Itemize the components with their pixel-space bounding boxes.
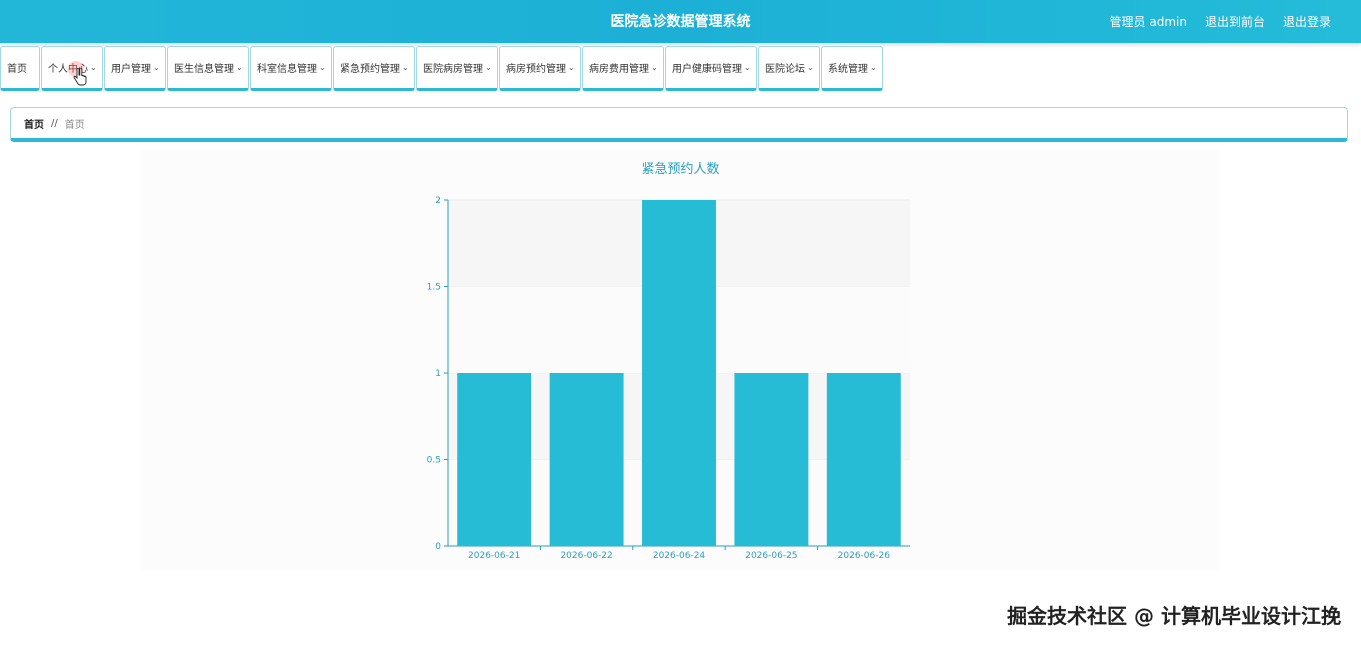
bar: [734, 373, 809, 546]
bar: [457, 373, 532, 546]
watermark-text: 掘金技术社区 @ 计算机毕业设计江挽: [1007, 604, 1341, 628]
bar: [549, 373, 624, 546]
y-tick-label: 2: [435, 196, 441, 206]
bar-chart: 0 0.5 1 1.5 2 2026-06-21 2026-06-22 2026-06-24 2…: [427, 196, 910, 561]
y-tick-label: 1.5: [427, 283, 441, 293]
x-tick-label: 2026-06-24: [653, 551, 706, 561]
x-tick-label: 2026-06-26: [838, 551, 891, 561]
bar: [642, 200, 716, 546]
bar: [826, 373, 901, 546]
y-tick-label: 0.5: [427, 456, 441, 466]
x-tick-label: 2026-06-25: [745, 551, 797, 561]
y-tick-label: 0: [435, 542, 441, 552]
y-tick-label: 1: [435, 369, 441, 379]
x-tick-label: 2026-06-22: [560, 551, 612, 561]
x-tick-label: 2026-06-21: [468, 551, 520, 561]
